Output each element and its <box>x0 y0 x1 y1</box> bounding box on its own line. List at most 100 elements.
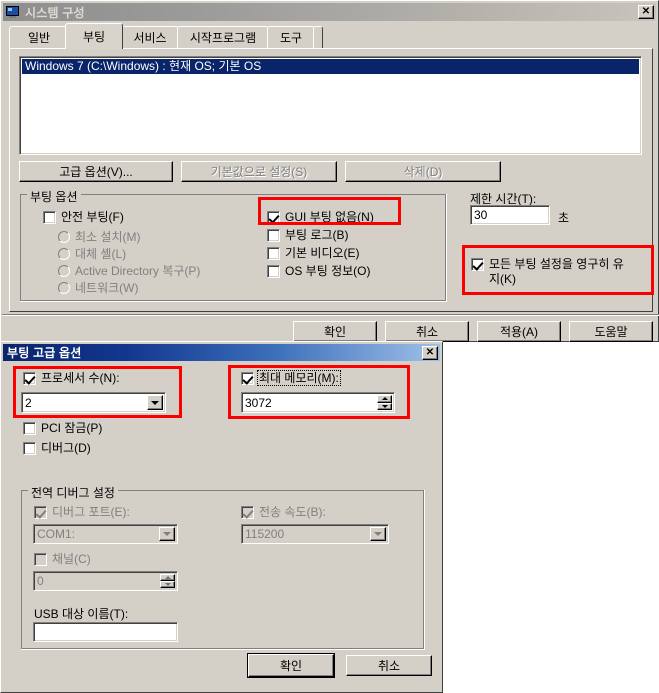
tab-startup[interactable]: 시작프로그램 <box>177 26 269 48</box>
chevron-down-icon[interactable] <box>370 527 386 541</box>
main-window-title: 시스템 구성 <box>25 5 85 20</box>
debug-port-combobox[interactable]: COM1: <box>33 524 178 544</box>
timeout-value: 30 <box>474 208 488 222</box>
list-item[interactable]: Windows 7 (C:\Windows) : 현재 OS; 기본 OS <box>22 59 639 74</box>
main-titlebar: 시스템 구성 ✕ <box>3 3 656 21</box>
set-as-default-button[interactable]: 기본값으로 설정(S) <box>181 161 337 182</box>
max-memory-checkbox[interactable]: 최대 메모리(M): <box>241 370 341 386</box>
delete-entry-button[interactable]: 삭제(D) <box>345 161 501 182</box>
advanced-options-button[interactable]: 고급 옵션(V)... <box>19 161 173 182</box>
set-as-default-label: 기본값으로 설정(S) <box>210 165 308 179</box>
spinner-down-icon[interactable] <box>377 402 392 410</box>
radio-active-directory-repair-circle[interactable] <box>58 264 70 277</box>
max-memory-value: 3072 <box>245 395 272 410</box>
advanced-options-label: 고급 옵션(V)... <box>59 165 133 179</box>
os-entries-listbox[interactable]: Windows 7 (C:\Windows) : 현재 OS; 기본 OS <box>19 56 642 155</box>
chevron-down-icon[interactable] <box>147 395 163 410</box>
radio-active-directory-repair-label: Active Directory 복구(P) <box>75 264 201 278</box>
radio-network[interactable]: 네트워크(W) <box>58 279 138 296</box>
tab-services[interactable]: 서비스 <box>121 26 179 48</box>
radio-network-label: 네트워크(W) <box>75 281 139 295</box>
pci-lock-label: PCI 잠금(P) <box>41 421 103 435</box>
footer-separator <box>2 314 659 316</box>
processor-count-checkbox-box[interactable] <box>23 372 36 385</box>
base-video-checkbox-box[interactable] <box>267 247 280 260</box>
radio-minimal-label: 최소 설치(M) <box>75 230 141 244</box>
channel-input[interactable]: 0 <box>33 571 178 591</box>
radio-minimal[interactable]: 최소 설치(M) <box>58 228 140 245</box>
debug-port-value: COM1: <box>37 527 76 541</box>
advanced-cancel-button[interactable]: 취소 <box>346 655 432 676</box>
make-permanent-label-line2: 지(K) <box>489 272 517 286</box>
max-memory-input[interactable]: 3072 <box>241 392 395 413</box>
advanced-close-icon[interactable]: ✕ <box>422 345 438 360</box>
make-permanent-label-line1: 모든 부팅 설정을 영구히 유 <box>489 257 624 271</box>
radio-minimal-circle[interactable] <box>58 230 70 243</box>
max-memory-label: 최대 메모리(M): <box>257 370 341 386</box>
debug-port-checkbox[interactable]: 디버그 포트(E): <box>34 505 130 519</box>
cancel-button-label: 취소 <box>415 325 439 339</box>
channel-checkbox-box[interactable] <box>34 553 47 566</box>
radio-alternate-shell-circle[interactable] <box>58 247 70 260</box>
channel-label: 채널(C) <box>52 552 91 566</box>
debug-checkbox[interactable]: 디버그(D) <box>23 441 91 455</box>
ok-button-label: 확인 <box>323 325 347 339</box>
help-button[interactable]: 도움말 <box>569 321 653 342</box>
apply-button[interactable]: 적용(A) <box>477 321 561 342</box>
make-all-boot-settings-permanent-checkbox[interactable]: 모든 부팅 설정을 영구히 유 지(K) <box>471 257 646 287</box>
radio-active-directory-repair[interactable]: Active Directory 복구(P) <box>58 262 200 279</box>
os-boot-information-checkbox-box[interactable] <box>267 265 280 278</box>
radio-alternate-shell-label: 대체 셸(L) <box>75 247 127 261</box>
processor-count-checkbox[interactable]: 프로세서 수(N): <box>23 371 120 385</box>
spinner-down-icon[interactable] <box>160 581 175 588</box>
tab-tools[interactable]: 도구 <box>267 26 315 48</box>
channel-checkbox[interactable]: 채널(C) <box>34 552 91 566</box>
radio-alternate-shell[interactable]: 대체 셸(L) <box>58 245 126 262</box>
tab-general[interactable]: 일반 <box>9 26 69 48</box>
tab-boot-label: 부팅 <box>82 30 106 44</box>
boot-log-checkbox-box[interactable] <box>267 229 280 242</box>
baud-rate-checkbox[interactable]: 전송 속도(B): <box>241 505 326 519</box>
pci-lock-checkbox[interactable]: PCI 잠금(P) <box>23 421 102 435</box>
os-boot-information-checkbox[interactable]: OS 부팅 정보(O) <box>267 264 371 278</box>
max-memory-checkbox-box[interactable] <box>241 372 254 385</box>
baud-rate-checkbox-box[interactable] <box>241 506 254 519</box>
advanced-ok-label: 확인 <box>279 659 303 673</box>
tab-services-label: 서비스 <box>133 31 167 45</box>
tab-boot[interactable]: 부팅 <box>65 23 123 49</box>
help-button-label: 도움말 <box>594 325 628 339</box>
spinner-up-icon[interactable] <box>377 395 392 403</box>
usb-target-name-input[interactable] <box>33 622 178 642</box>
pci-lock-checkbox-box[interactable] <box>23 422 36 435</box>
safe-boot-checkbox[interactable]: 안전 부팅(F) <box>43 210 124 224</box>
chevron-down-icon[interactable] <box>159 527 175 541</box>
advanced-ok-button[interactable]: 확인 <box>247 653 335 678</box>
close-icon[interactable]: ✕ <box>638 5 654 19</box>
baud-rate-value: 115200 <box>245 527 285 541</box>
timeout-unit: 초 <box>558 211 570 225</box>
debug-label: 디버그(D) <box>41 441 91 455</box>
spinner-up-icon[interactable] <box>160 574 175 581</box>
no-gui-boot-checkbox-box[interactable] <box>267 211 280 224</box>
boot-log-checkbox[interactable]: 부팅 로그(B) <box>267 228 349 242</box>
advanced-dialog-title: 부팅 고급 옵션 <box>7 346 82 360</box>
baud-rate-combobox[interactable]: 115200 <box>241 524 389 544</box>
debug-checkbox-box[interactable] <box>23 442 36 455</box>
tab-startup-label: 시작프로그램 <box>189 31 257 45</box>
ok-button[interactable]: 확인 <box>293 321 377 342</box>
processor-count-value: 2 <box>25 395 32 410</box>
base-video-checkbox[interactable]: 기본 비디오(E) <box>267 246 360 260</box>
max-memory-spinner[interactable] <box>377 395 392 410</box>
boot-advanced-options-dialog: 부팅 고급 옵션 ✕ 프로세서 수(N): 2 최대 메모리(M): 3072 … <box>0 341 443 693</box>
safe-boot-checkbox-box[interactable] <box>43 211 56 224</box>
no-gui-boot-checkbox[interactable]: GUI 부팅 없음(N) <box>267 210 374 224</box>
processor-count-combobox[interactable]: 2 <box>21 392 166 413</box>
debug-port-checkbox-box[interactable] <box>34 506 47 519</box>
make-permanent-checkbox-box[interactable] <box>471 258 484 271</box>
timeout-input[interactable]: 30 <box>470 205 550 225</box>
channel-spinner[interactable] <box>160 574 175 588</box>
advanced-titlebar: 부팅 고급 옵션 ✕ <box>3 344 440 361</box>
cancel-button[interactable]: 취소 <box>385 321 469 342</box>
radio-network-circle[interactable] <box>58 281 70 294</box>
safe-boot-label: 안전 부팅(F) <box>61 210 124 224</box>
